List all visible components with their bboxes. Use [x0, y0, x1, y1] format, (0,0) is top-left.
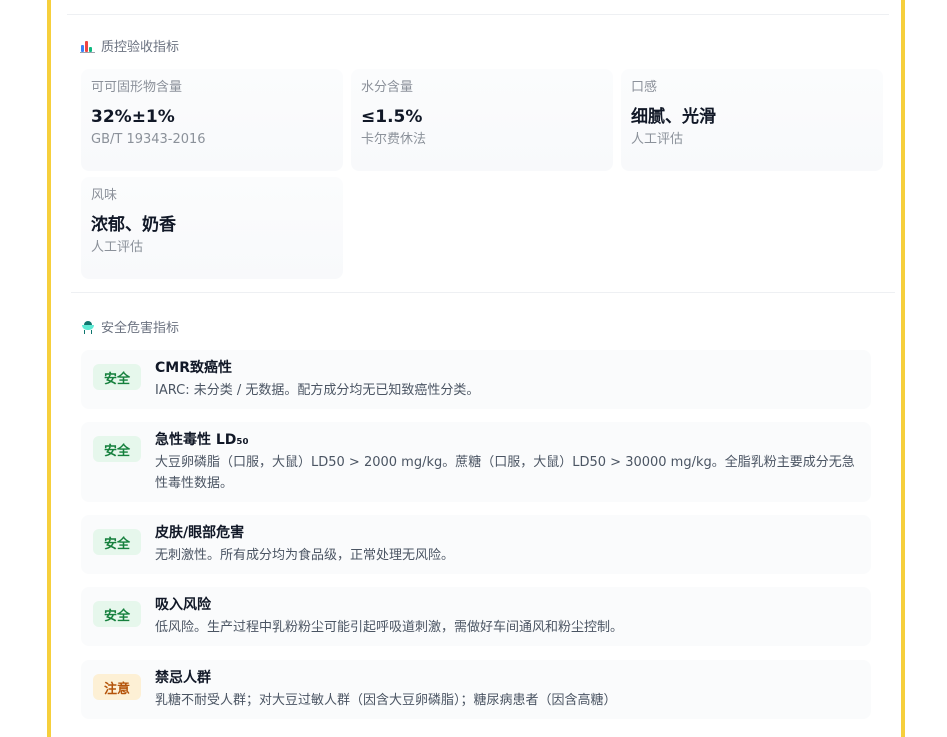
panel-frame: 质控验收指标 可可固形物含量 32%±1% GB/T 19343-2016 水分… [47, 0, 905, 737]
hazard-desc: 低风险。生产过程中乳粉粉尘可能引起呼吸道刺激，需做好车间通风和粉尘控制。 [155, 620, 624, 635]
qc-card-flavor: 风味 浓郁、奶香 人工评估 [81, 177, 343, 279]
hazard-row-contraindications: 注意 禁忌人群 乳糖不耐受人群；对大豆过敏人群（因含大豆卵磷脂）；糖尿病患者（因… [81, 660, 871, 719]
status-badge: 安全 [93, 529, 141, 555]
hazard-row-inhalation: 安全 吸入风险 低风险。生产过程中乳粉粉尘可能引起呼吸道刺激，需做好车间通风和粉… [81, 587, 871, 646]
section-divider [71, 292, 895, 293]
qc-label: 水分含量 [361, 80, 414, 95]
qc-method: GB/T 19343-2016 [91, 132, 206, 147]
hazard-desc: 大豆卵磷脂（口服，大鼠）LD50 > 2000 mg/kg。蔗糖（口服，大鼠）L… [155, 455, 855, 491]
hazard-title: CMR致癌性 [155, 360, 232, 376]
safety-section-title: 安全危害指标 [101, 321, 180, 336]
qc-label: 可可固形物含量 [91, 80, 183, 95]
hazard-icon [81, 320, 95, 334]
status-badge: 安全 [93, 436, 141, 462]
hazard-title: 禁忌人群 [155, 670, 211, 686]
hazard-row-acute-toxicity: 安全 急性毒性 LD₅₀ 大豆卵磷脂（口服，大鼠）LD50 > 2000 mg/… [81, 422, 871, 502]
hazard-title: 吸入风险 [155, 597, 211, 613]
safety-section-header: 安全危害指标 [81, 317, 179, 336]
qc-method: 人工评估 [91, 240, 144, 255]
hazard-title: 急性毒性 LD₅₀ [155, 432, 249, 448]
qc-method: 卡尔费休法 [361, 132, 427, 147]
qc-card-mouthfeel: 口感 细腻、光滑 人工评估 [621, 69, 883, 171]
qc-card-cocoa-solids: 可可固形物含量 32%±1% GB/T 19343-2016 [81, 69, 343, 171]
qc-method: 人工评估 [631, 132, 684, 147]
status-badge: 安全 [93, 601, 141, 627]
status-badge: 安全 [93, 364, 141, 390]
qc-label: 口感 [631, 80, 658, 95]
hazard-desc: 无刺激性。所有成分均为食品级，正常处理无风险。 [155, 548, 455, 563]
qc-label: 风味 [91, 188, 118, 203]
qc-value: 32%±1% [91, 107, 175, 127]
qc-section-header: 质控验收指标 [80, 36, 180, 55]
hazard-row-skin-eye: 安全 皮肤/眼部危害 无刺激性。所有成分均为食品级，正常处理无风险。 [81, 515, 871, 574]
bar-chart-icon [80, 40, 95, 53]
qc-card-moisture: 水分含量 ≤1.5% 卡尔费休法 [351, 69, 613, 171]
hazard-row-cmr: 安全 CMR致癌性 IARC: 未分类 / 无数据。配方成分均无已知致癌性分类。 [81, 350, 871, 409]
hazard-desc: 乳糖不耐受人群；对大豆过敏人群（因含大豆卵磷脂）；糖尿病患者（因含高糖） [155, 693, 617, 708]
top-divider [67, 14, 889, 15]
qc-value: 细腻、光滑 [631, 107, 716, 127]
qc-value: ≤1.5% [361, 107, 423, 127]
qc-value: 浓郁、奶香 [91, 215, 176, 235]
hazard-desc: IARC: 未分类 / 无数据。配方成分均无已知致癌性分类。 [155, 383, 480, 398]
hazard-title: 皮肤/眼部危害 [155, 525, 245, 541]
status-badge: 注意 [93, 674, 141, 700]
qc-section-title: 质控验收指标 [101, 40, 180, 55]
